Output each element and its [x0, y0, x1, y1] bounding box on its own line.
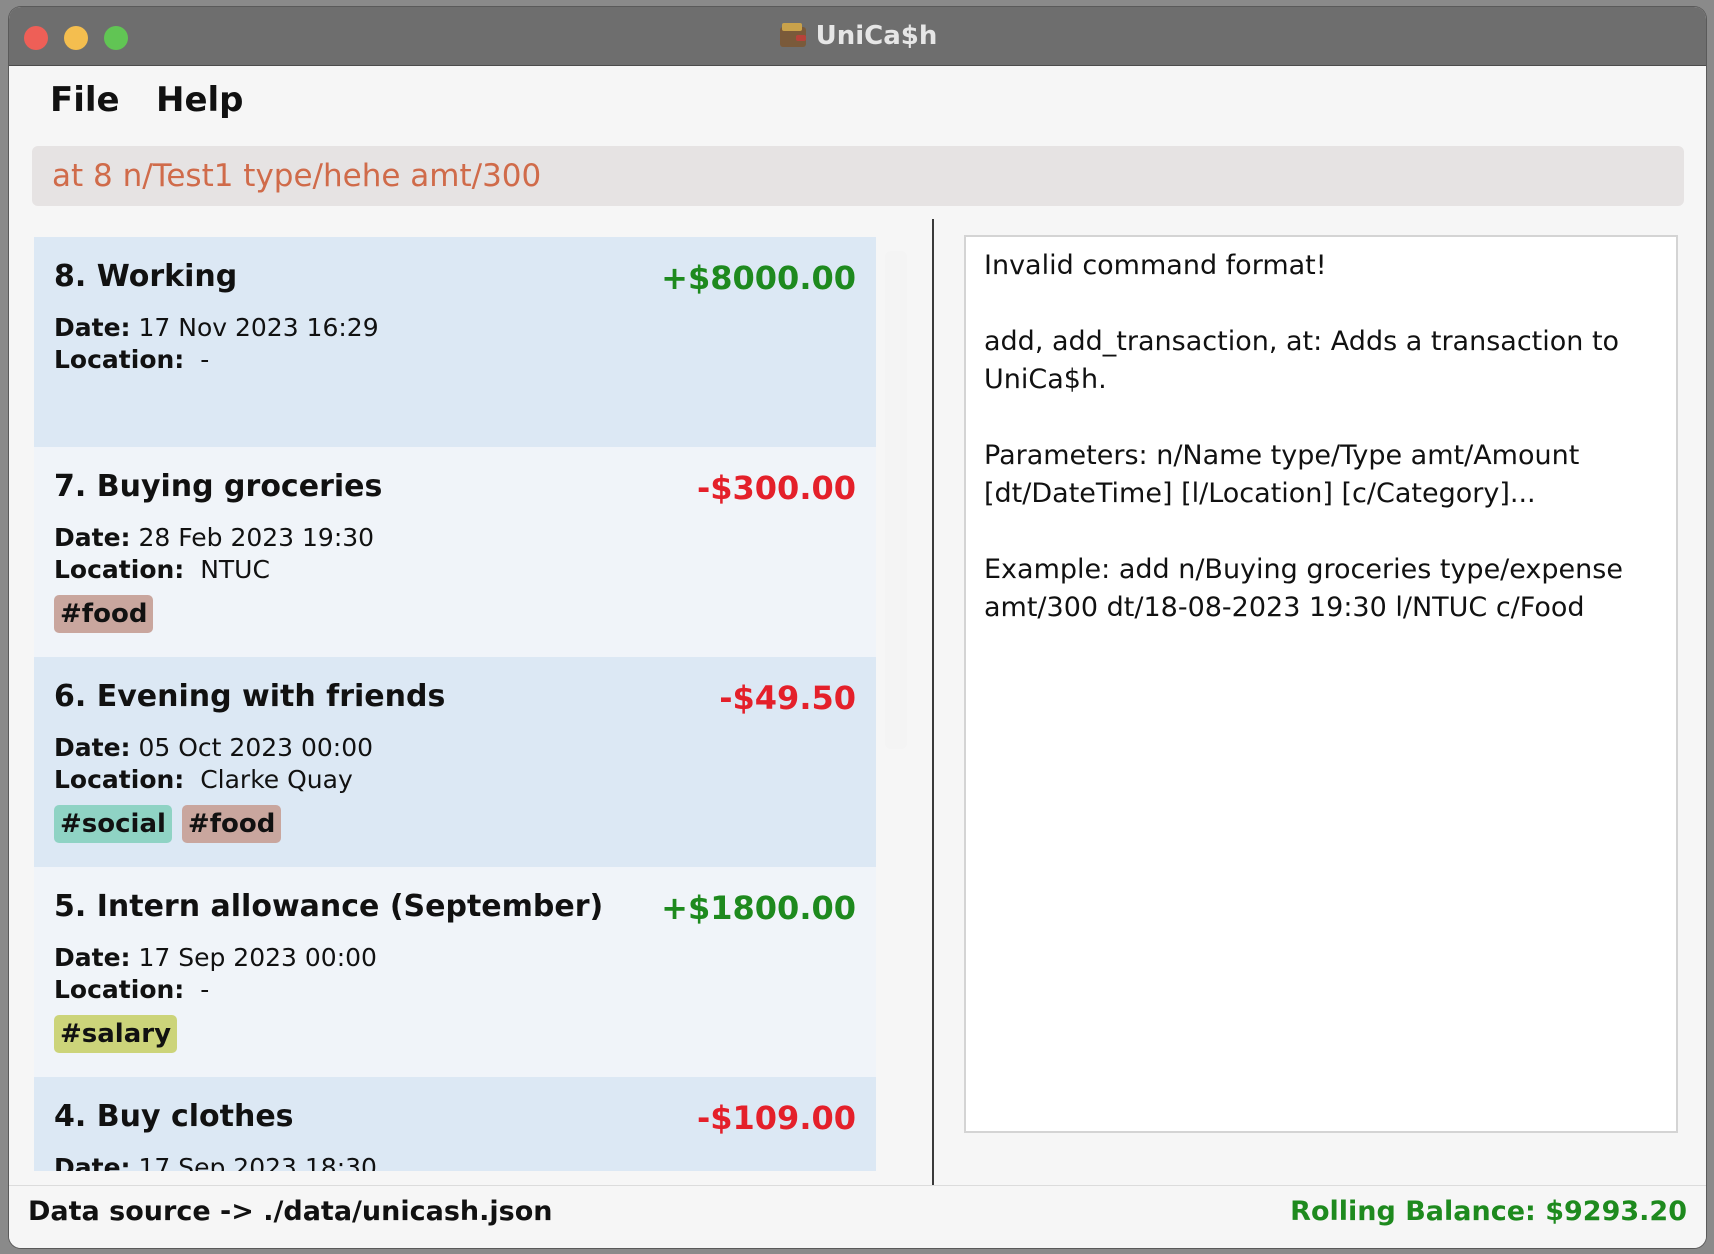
date-value: 17 Sep 2023 00:00: [138, 943, 377, 972]
transaction-amount: -$300.00: [696, 469, 856, 507]
date-value: 17 Nov 2023 16:29: [138, 313, 379, 342]
location-label: Location:: [54, 345, 185, 374]
transaction-card[interactable]: 6. Evening with friends -$49.50 Date: 05…: [34, 657, 876, 867]
location-value: -: [200, 345, 210, 374]
list-scrollbar[interactable]: [885, 251, 907, 749]
result-line: add, add_transaction, at: Adds a transac…: [984, 326, 1628, 395]
status-bar: Data source -> ./data/unicash.json Rolli…: [9, 1185, 1706, 1248]
date-value: 05 Oct 2023 00:00: [138, 733, 374, 762]
title-bar: UniCa$h: [9, 7, 1706, 66]
transaction-location: Location: NTUC: [54, 555, 270, 584]
window-title-group: UniCa$h: [9, 7, 1706, 65]
result-line: Parameters: n/Name type/Type amt/Amount …: [984, 440, 1588, 509]
location-label: Location:: [54, 765, 185, 794]
menu-bar: File Help: [9, 66, 1706, 136]
app-window: UniCa$h File Help at 8 n/Test1 type/hehe…: [9, 7, 1706, 1248]
location-value: -: [200, 975, 210, 1004]
transaction-date: Date: 05 Oct 2023 00:00: [54, 733, 373, 762]
window-title: UniCa$h: [815, 21, 938, 51]
tag-list: #food: [54, 595, 154, 633]
menu-file[interactable]: File: [50, 80, 120, 120]
tag-food: #food: [181, 805, 282, 843]
transaction-date: Date: 17 Nov 2023 16:29: [54, 313, 379, 342]
command-input[interactable]: at 8 n/Test1 type/hehe amt/300: [32, 146, 1684, 206]
transaction-location: Location: -: [54, 975, 209, 1004]
transaction-name: 8. Working: [54, 259, 238, 294]
location-value: NTUC: [200, 555, 270, 584]
wallet-icon: [778, 23, 808, 49]
transaction-name: 6. Evening with friends: [54, 679, 446, 714]
date-label: Date:: [54, 1153, 131, 1171]
transaction-amount: -$109.00: [696, 1099, 856, 1137]
result-line: Invalid command format!: [984, 250, 1327, 281]
tag-list: #social #food: [54, 805, 282, 843]
transaction-name: 4. Buy clothes: [54, 1099, 294, 1134]
transaction-date: Date: 17 Sep 2023 18:30: [54, 1153, 377, 1171]
location-value: Clarke Quay: [200, 765, 353, 794]
transaction-amount: +$1800.00: [661, 889, 856, 927]
transaction-date: Date: 28 Feb 2023 19:30: [54, 523, 374, 552]
menu-help[interactable]: Help: [156, 80, 244, 120]
date-value: 28 Feb 2023 19:30: [138, 523, 375, 552]
transaction-card[interactable]: 5. Intern allowance (September) +$1800.0…: [34, 867, 876, 1077]
location-label: Location:: [54, 975, 185, 1004]
transaction-name: 7. Buying groceries: [54, 469, 383, 504]
transaction-card[interactable]: 4. Buy clothes -$109.00 Date: 17 Sep 202…: [34, 1077, 876, 1171]
rolling-balance: Rolling Balance: $9293.20: [1290, 1196, 1687, 1227]
location-label: Location:: [54, 555, 185, 584]
result-display: Invalid command format! add, add_transac…: [964, 235, 1678, 1133]
tag-social: #social: [54, 805, 172, 843]
tag-food: #food: [54, 595, 154, 633]
transaction-list: 8. Working +$8000.00 Date: 17 Nov 2023 1…: [34, 237, 876, 1171]
date-label: Date:: [54, 313, 131, 342]
data-source-label: Data source -> ./data/unicash.json: [28, 1196, 553, 1227]
transaction-amount: +$8000.00: [661, 259, 856, 297]
transaction-date: Date: 17 Sep 2023 00:00: [54, 943, 377, 972]
result-line: Example: add n/Buying groceries type/exp…: [984, 554, 1632, 623]
transaction-name: 5. Intern allowance (September): [54, 889, 604, 924]
transaction-card[interactable]: 7. Buying groceries -$300.00 Date: 28 Fe…: [34, 447, 876, 657]
transaction-location: Location: -: [54, 345, 209, 374]
date-label: Date:: [54, 733, 131, 762]
date-value: 17 Sep 2023 18:30: [138, 1153, 377, 1171]
date-label: Date:: [54, 523, 131, 552]
date-label: Date:: [54, 943, 131, 972]
tag-salary: #salary: [54, 1015, 178, 1053]
transaction-card[interactable]: 8. Working +$8000.00 Date: 17 Nov 2023 1…: [34, 237, 876, 447]
transaction-location: Location: Clarke Quay: [54, 765, 353, 794]
tag-list: #salary: [54, 1015, 178, 1053]
pane-divider[interactable]: [932, 219, 934, 1187]
transaction-amount: -$49.50: [719, 679, 856, 717]
